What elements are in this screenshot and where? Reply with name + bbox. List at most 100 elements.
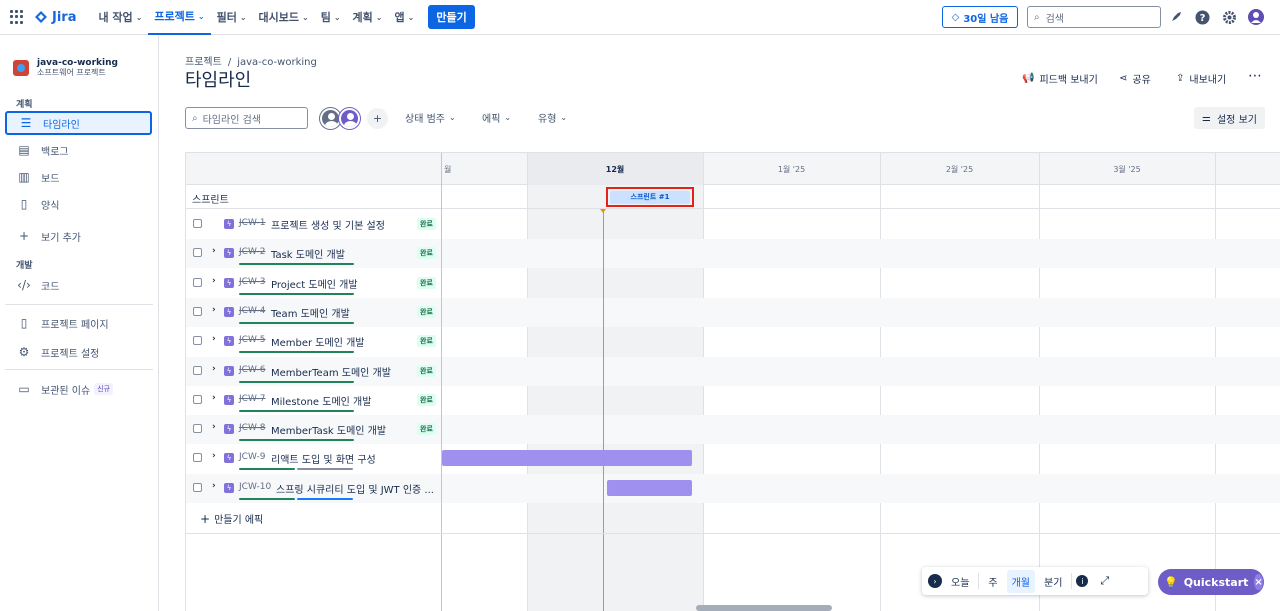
nav-filters[interactable]: 필터 ⌄ [211,0,253,35]
row-checkbox[interactable] [193,394,202,404]
close-icon[interactable]: × [1254,574,1263,590]
epic-key[interactable]: JCW-8 [239,423,265,433]
epic-row[interactable]: › ϟ JCW-10 스프링 시큐리티 도입 및 JWT 인증 ... [186,473,1280,503]
profile-avatar-icon[interactable] [1248,9,1264,25]
epic-key[interactable]: JCW-1 [239,218,265,228]
project-header[interactable]: java-co-working 소프트웨어 프로젝트 [13,58,118,78]
nav-plans[interactable]: 계획 ⌄ [347,0,389,35]
epic-summary[interactable]: Milestone 도메인 개발 [271,393,371,408]
epic-key[interactable]: JCW-5 [239,335,265,345]
pane-divider[interactable] [441,153,442,611]
more-actions-icon[interactable]: ⋯ [1248,68,1262,84]
sidebar-item-board[interactable]: ▥ 보드 [5,165,152,189]
sidebar-item-project-pages[interactable]: ▯ 프로젝트 페이지 [5,311,152,335]
global-search-input[interactable]: ⌕ 검색 [1027,6,1161,28]
expand-chevron-icon[interactable]: › [212,334,216,344]
epic-row[interactable]: ϟ JCW-1 프로젝트 생성 및 기본 설정 완료 [186,210,1280,239]
epic-row[interactable]: › ϟ JCW-8 MemberTask 도메인 개발 완료 [186,415,1280,445]
help-icon[interactable]: ? [1194,9,1210,25]
sidebar-item-backlog[interactable]: ▤ 백로그 [5,138,152,162]
zoom-month-button[interactable]: 개월 [1006,569,1036,593]
jira-logo[interactable]: Jira [34,10,76,25]
epic-summary[interactable]: MemberTeam 도메인 개발 [271,364,391,379]
zoom-week-button[interactable]: 주 [983,570,1002,593]
row-checkbox[interactable] [193,306,202,316]
epic-key[interactable]: JCW-4 [239,306,265,316]
epic-summary[interactable]: Member 도메인 개발 [271,334,365,349]
notifications-rocket-icon[interactable] [1168,9,1184,25]
row-checkbox[interactable] [193,219,202,228]
epic-key[interactable]: JCW-6 [239,365,265,375]
expand-chevron-icon[interactable]: › [212,305,216,315]
assignee-avatar[interactable] [320,108,341,129]
row-checkbox[interactable] [193,424,202,434]
type-filter[interactable]: 유형 ⌄ [538,110,567,125]
export-button[interactable]: ⇪ 내보내기 [1176,71,1226,86]
epic-row[interactable]: › ϟ JCW-2 Task 도메인 개발 완료 [186,239,1280,269]
fullscreen-icon[interactable]: ⤢ [1100,574,1109,588]
sidebar-item-project-settings[interactable]: ⚙ 프로젝트 설정 [5,340,152,364]
horizontal-scrollbar[interactable] [696,605,832,611]
epic-summary[interactable]: 리액트 도입 및 화면 구성 [271,451,376,466]
expand-chevron-icon[interactable]: › [212,276,216,286]
quickstart-button[interactable]: 💡 Quickstart × [1158,569,1264,595]
epic-timeline-bar[interactable] [607,479,692,496]
nav-apps[interactable]: 앱 ⌄ [389,0,421,35]
epic-row[interactable]: › ϟ JCW-7 Milestone 도메인 개발 완료 [186,386,1280,415]
row-checkbox[interactable] [193,453,202,463]
create-button[interactable]: 만들기 [428,5,475,29]
today-button[interactable]: 오늘 [946,570,974,593]
epic-row[interactable]: › ϟ JCW-5 Member 도메인 개발 완료 [186,327,1280,356]
epic-key[interactable]: JCW-10 [239,482,271,492]
collapse-arrow-icon[interactable]: › [928,574,942,588]
sidebar-item-archived-issues[interactable]: ▭ 보관된 이슈 신규 [5,377,152,401]
epic-key[interactable]: JCW-3 [239,277,265,287]
trial-button[interactable]: ◇ 30일 남음 [942,6,1018,28]
info-icon[interactable]: i [1076,575,1089,587]
epic-key[interactable]: JCW-2 [239,247,265,257]
epic-timeline-bar[interactable] [442,450,692,467]
epic-filter[interactable]: 에픽 ⌄ [482,110,511,125]
add-person-icon[interactable]: + [367,108,388,129]
expand-chevron-icon[interactable]: › [212,451,216,461]
expand-chevron-icon[interactable]: › [212,422,216,432]
sprint-chip[interactable]: 스프린트 #1 [606,187,694,207]
settings-gear-icon[interactable] [1221,9,1237,25]
status-category-filter[interactable]: 상태 범주 ⌄ [405,110,456,125]
nav-my-work[interactable]: 내 작업 ⌄ [92,0,148,35]
epic-summary[interactable]: Project 도메인 개발 [271,276,358,291]
epic-summary[interactable]: 프로젝트 생성 및 기본 설정 [271,217,385,232]
sidebar-item-timeline[interactable]: ☰ 타임라인 [5,111,152,135]
feedback-button[interactable]: 📢 피드백 보내기 [1022,71,1098,86]
epic-summary[interactable]: MemberTask 도메인 개발 [271,422,386,437]
expand-chevron-icon[interactable]: › [212,481,216,491]
row-checkbox[interactable] [193,248,202,258]
row-checkbox[interactable] [193,482,202,492]
row-checkbox[interactable] [193,336,202,346]
epic-summary[interactable]: Task 도메인 개발 [271,246,345,261]
nav-projects[interactable]: 프로젝트 ⌄ [148,0,211,35]
epic-row[interactable]: › ϟ JCW-3 Project 도메인 개발 완료 [186,269,1280,298]
row-checkbox[interactable] [193,365,202,375]
epic-row[interactable]: › ϟ JCW-6 MemberTeam 도메인 개발 완료 [186,356,1280,386]
assignee-avatar[interactable] [339,108,360,129]
expand-chevron-icon[interactable]: › [212,364,216,374]
app-switcher-icon[interactable] [10,10,24,24]
sidebar-item-forms[interactable]: ▯ 양식 [5,192,152,216]
expand-chevron-icon[interactable]: › [212,246,216,256]
expand-chevron-icon[interactable]: › [212,393,216,403]
epic-summary[interactable]: 스프링 시큐리티 도입 및 JWT 인증 ... [276,481,434,496]
sidebar-item-add-view[interactable]: + 보기 추가 [5,224,152,248]
nav-teams[interactable]: 팀 ⌄ [315,0,347,35]
timeline-search-input[interactable]: ⌕ 타임라인 검색 [185,107,308,129]
create-epic-button[interactable]: + 만들기 에픽 [200,511,263,527]
epic-summary[interactable]: Team 도메인 개발 [271,305,350,320]
epic-key[interactable]: JCW-9 [239,452,265,462]
epic-key[interactable]: JCW-7 [239,394,265,404]
nav-dashboards[interactable]: 대시보드 ⌄ [253,0,315,35]
row-checkbox[interactable] [193,277,202,287]
zoom-quarter-button[interactable]: 분기 [1039,570,1067,593]
view-settings-button[interactable]: ⚌ 설정 보기 [1194,107,1265,129]
epic-row[interactable]: › ϟ JCW-9 리액트 도입 및 화면 구성 [186,444,1280,473]
epic-row[interactable]: › ϟ JCW-4 Team 도메인 개발 완료 [186,297,1280,327]
